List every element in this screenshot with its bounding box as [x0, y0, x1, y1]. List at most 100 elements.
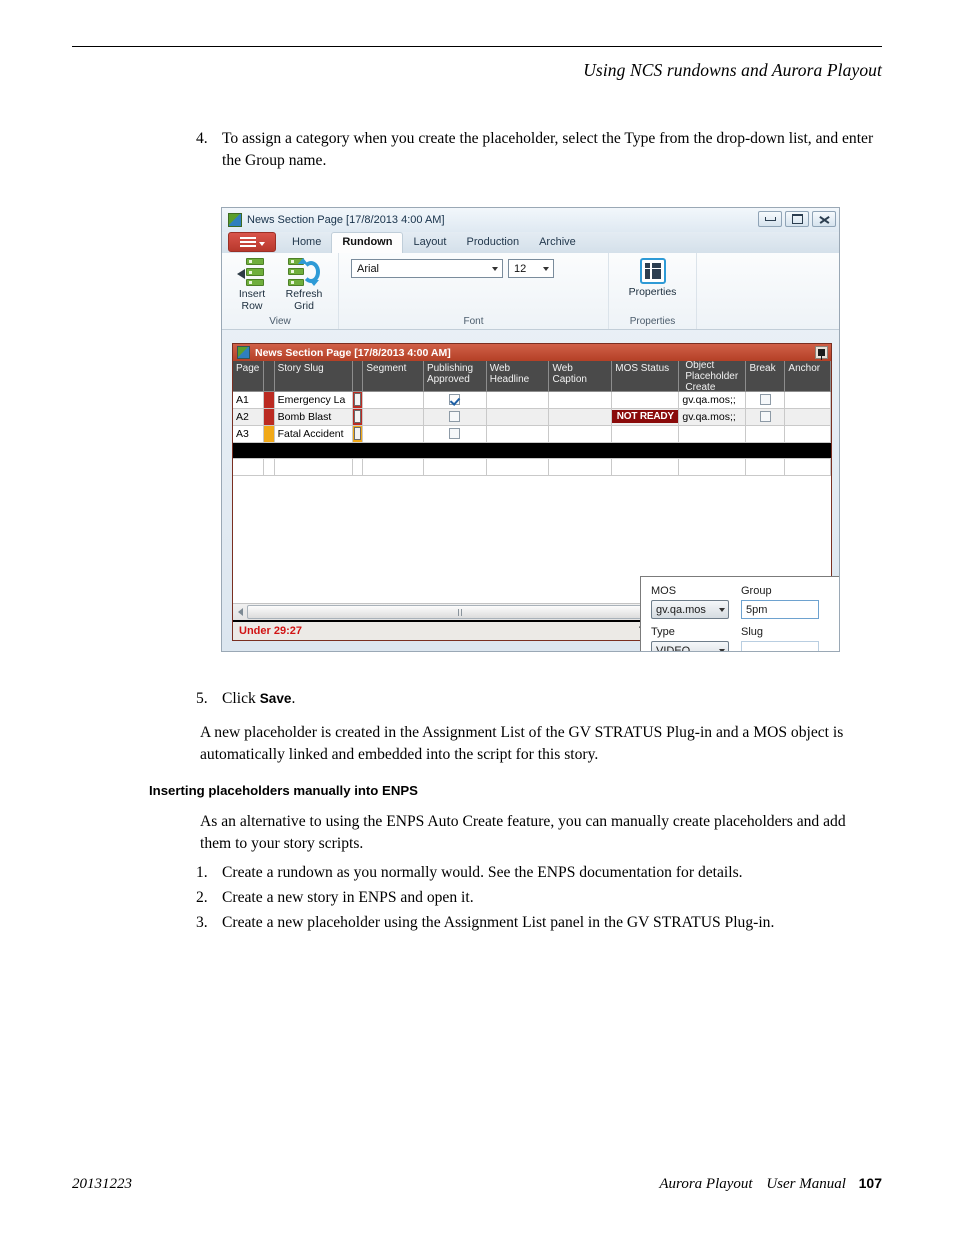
group-label: Group	[741, 585, 772, 597]
hamburger-menu-icon[interactable]	[228, 232, 276, 252]
cell-mos-status	[611, 391, 680, 409]
checkbox-unchecked-icon[interactable]	[759, 394, 771, 406]
cell-publishing-approved[interactable]	[423, 408, 487, 426]
intro-paragraph: As an alternative to using the ENPS Auto…	[200, 813, 846, 853]
refresh-grid-button[interactable]: Refresh Grid	[281, 258, 327, 312]
cell-object-placeholder: gv.qa.mos;;	[678, 391, 747, 409]
cell-object-placeholder: gv.qa.mos;;	[678, 408, 747, 426]
close-icon[interactable]	[812, 211, 836, 227]
checkbox-checked-icon[interactable]	[449, 394, 461, 406]
mos-field: MOS gv.qa.mos	[651, 585, 729, 619]
properties-icon	[639, 258, 666, 284]
col-web-caption[interactable]: Web Caption	[548, 361, 613, 392]
cell-object-placeholder	[678, 425, 747, 443]
font-size-select[interactable]: 12	[508, 259, 554, 278]
rundown-panel: News Section Page [17/8/2013 4:00 AM] Pa…	[232, 343, 839, 651]
manual-step-3-text: Create a new placeholder using the Assig…	[222, 914, 775, 931]
type-select[interactable]: VIDEO	[651, 641, 729, 651]
col-publishing-approved[interactable]: Publishing Approved	[423, 361, 487, 392]
rundown-grid: Page Story Slug Segment Publishing Appro…	[233, 361, 831, 476]
type-label: Type	[651, 626, 675, 638]
tab-home[interactable]: Home	[282, 233, 331, 253]
col-web-headline[interactable]: Web Headline	[486, 361, 550, 392]
step-5-bold: Save	[259, 691, 292, 706]
footer-doc-type: User Manual	[766, 1176, 846, 1192]
chevron-down-icon	[539, 266, 553, 271]
chevron-down-icon	[715, 607, 728, 612]
properties-button[interactable]: Properties	[617, 258, 689, 299]
aurora-playout-screenshot: News Section Page [17/8/2013 4:00 AM] Ho…	[221, 207, 840, 652]
app-icon	[228, 213, 242, 227]
manual-step-2: 2. Create a new story in ENPS and open i…	[196, 887, 886, 909]
col-mos-status[interactable]: MOS Status	[611, 361, 680, 392]
ribbon-tab-strip: Home Rundown Layout Production Archive	[222, 232, 839, 253]
group-input[interactable]: 5pm	[741, 600, 819, 619]
refresh-grid-icon	[288, 258, 320, 286]
col-segment[interactable]: Segment	[362, 361, 424, 392]
footer-page-number: 107	[858, 1175, 882, 1191]
footer-product-name: Aurora Playout	[659, 1176, 753, 1192]
checkbox-unchecked-icon[interactable]	[759, 411, 771, 423]
scrollbar-thumb[interactable]	[247, 605, 675, 619]
group-value: 5pm	[746, 603, 768, 616]
chevron-down-icon	[488, 266, 502, 271]
cell-marker-right	[352, 408, 364, 426]
step-5-number: 5.	[196, 690, 208, 707]
col-break[interactable]: Break	[745, 361, 786, 392]
cell-publishing-approved[interactable]	[423, 425, 487, 443]
cell-segment	[362, 425, 424, 443]
refresh-grid-label-1: Refresh	[285, 288, 323, 300]
rundown-panel-title: News Section Page [17/8/2013 4:00 AM]	[255, 346, 451, 359]
font-name-select[interactable]: Arial	[351, 259, 503, 278]
col-story-slug[interactable]: Story Slug	[274, 361, 353, 392]
ribbon-empty-area	[696, 253, 839, 329]
ribbon-group-view-label: View	[269, 316, 291, 327]
checkbox-unchecked-icon[interactable]	[449, 411, 461, 423]
window-controls	[758, 211, 836, 227]
col-object-placeholder-create[interactable]: Object Placeholder Create	[678, 361, 747, 392]
table-row[interactable]: A1 Emergency La gv.qa.mos;;	[233, 391, 831, 409]
manual-step-1-number: 1.	[196, 864, 208, 881]
col-anchor[interactable]: Anchor	[784, 361, 831, 392]
cell-web-headline	[486, 391, 550, 409]
cell-marker-right	[352, 391, 364, 409]
table-row[interactable]: A3 Fatal Accident	[233, 425, 831, 443]
restore-icon[interactable]	[785, 211, 809, 227]
step-4: 4. To assign a category when you create …	[196, 128, 886, 172]
checkbox-unchecked-icon[interactable]	[449, 428, 461, 440]
slug-field: Slug	[741, 626, 819, 651]
cell-mos-status	[611, 425, 680, 443]
step-5-prefix: Click	[222, 690, 260, 707]
ribbon-group-font: Arial 12 Font	[338, 253, 608, 329]
scroll-left-icon[interactable]	[233, 605, 247, 619]
tab-production[interactable]: Production	[456, 233, 529, 253]
table-row[interactable]: A2 Bomb Blast NOT READY gv.qa.mos;;	[233, 408, 831, 426]
col-page[interactable]: Page	[233, 361, 264, 392]
insert-row-label-2: Row	[241, 299, 263, 312]
tab-layout[interactable]: Layout	[403, 233, 456, 253]
manual-step-3-number: 3.	[196, 914, 208, 931]
section-subheading: Inserting placeholders manually into ENP…	[149, 783, 418, 798]
cell-publishing-approved[interactable]	[423, 391, 487, 409]
cell-story-slug: Fatal Accident	[274, 425, 353, 443]
pin-icon[interactable]	[815, 346, 828, 360]
grid-empty-row[interactable]	[233, 458, 831, 476]
properties-button-label: Properties	[628, 286, 677, 298]
placeholder-properties-popup: MOS gv.qa.mos Group 5pm Type VIDEO Slug	[640, 576, 839, 651]
cell-break[interactable]	[745, 391, 786, 409]
cell-page: A1	[233, 391, 264, 409]
insert-row-button[interactable]: Insert Row	[229, 258, 275, 312]
minimize-icon[interactable]	[758, 211, 782, 227]
tab-archive[interactable]: Archive	[529, 233, 586, 253]
footer-right: Aurora Playout User Manual 107	[659, 1175, 882, 1193]
cell-web-caption	[548, 425, 613, 443]
cell-break[interactable]	[745, 408, 786, 426]
step-5: 5. Click Save.	[196, 688, 886, 710]
slug-input[interactable]	[741, 641, 819, 651]
mos-value: gv.qa.mos	[656, 603, 706, 616]
manual-step-3: 3. Create a new placeholder using the As…	[196, 912, 886, 934]
cell-anchor	[784, 425, 831, 443]
group-field: Group 5pm	[741, 585, 819, 619]
tab-rundown[interactable]: Rundown	[331, 232, 404, 253]
mos-select[interactable]: gv.qa.mos	[651, 600, 729, 619]
